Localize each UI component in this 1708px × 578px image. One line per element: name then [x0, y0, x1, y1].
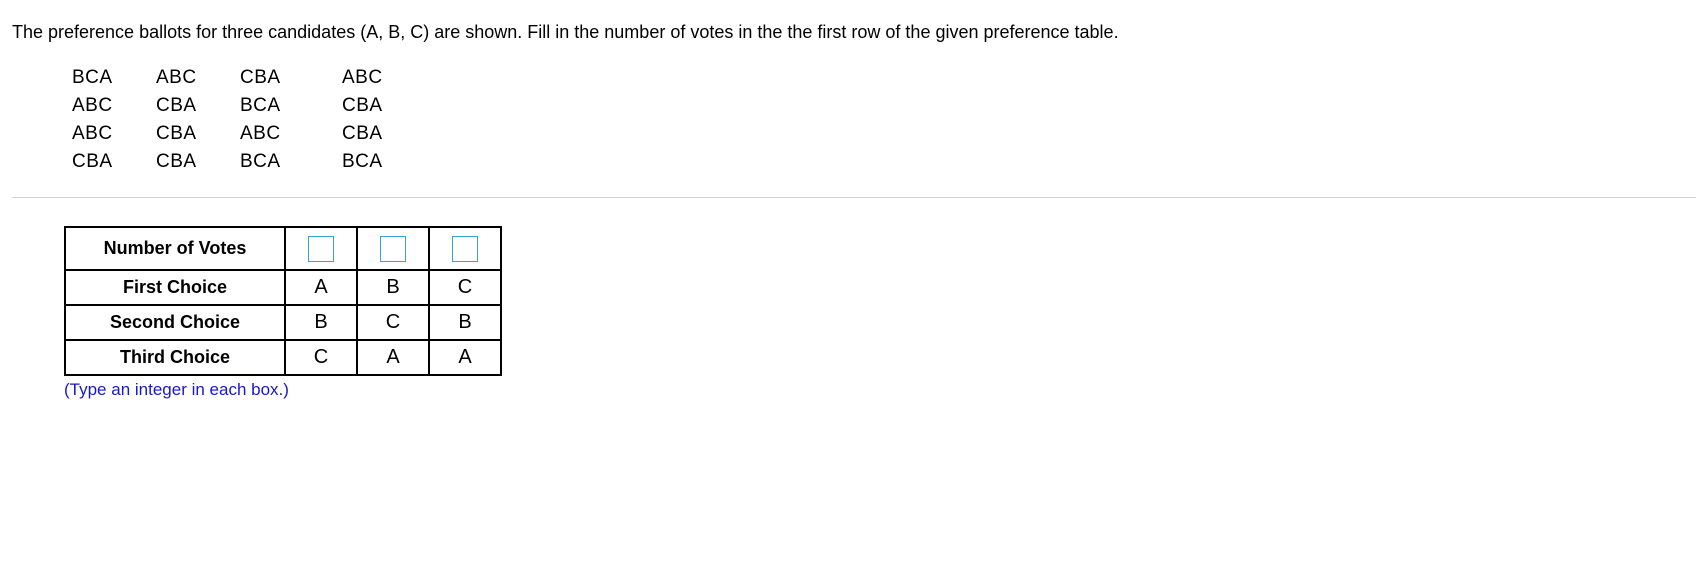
ballot-cell: BCA [72, 67, 156, 89]
ballot-cell: CBA [156, 151, 240, 173]
third-choice-label: Third Choice [65, 340, 285, 375]
second-choice-cell: B [429, 305, 501, 340]
ballot-cell: BCA [342, 151, 426, 173]
ballot-cell: ABC [342, 67, 426, 89]
input-hint: (Type an integer in each box.) [64, 380, 1696, 400]
ballot-cell: CBA [156, 95, 240, 117]
votes-input-0[interactable] [308, 236, 334, 262]
ballot-cell: CBA [240, 67, 324, 89]
ballot-row: ABC CBA BCA CBA [72, 95, 1696, 117]
votes-cell [429, 227, 501, 270]
votes-cell [357, 227, 429, 270]
ballot-cell: ABC [240, 123, 324, 145]
second-choice-label: Second Choice [65, 305, 285, 340]
ballot-cell: ABC [156, 67, 240, 89]
ballot-row: BCA ABC CBA ABC [72, 67, 1696, 89]
votes-row-label: Number of Votes [65, 227, 285, 270]
ballot-cell: CBA [156, 123, 240, 145]
first-choice-cell: C [429, 270, 501, 305]
table-row-first: First Choice A B C [65, 270, 501, 305]
ballot-cell: ABC [72, 95, 156, 117]
third-choice-cell: A [429, 340, 501, 375]
ballot-cell: BCA [240, 95, 324, 117]
ballot-cell: CBA [72, 151, 156, 173]
votes-input-2[interactable] [452, 236, 478, 262]
table-row-third: Third Choice C A A [65, 340, 501, 375]
third-choice-cell: A [357, 340, 429, 375]
ballot-cell: CBA [342, 123, 426, 145]
instruction-text: The preference ballots for three candida… [12, 20, 1696, 45]
third-choice-cell: C [285, 340, 357, 375]
votes-input-1[interactable] [380, 236, 406, 262]
ballot-cell: ABC [72, 123, 156, 145]
second-choice-cell: C [357, 305, 429, 340]
second-choice-cell: B [285, 305, 357, 340]
ballot-cell: BCA [240, 151, 324, 173]
first-choice-cell: B [357, 270, 429, 305]
ballot-row: CBA CBA BCA BCA [72, 151, 1696, 173]
first-choice-label: First Choice [65, 270, 285, 305]
table-row-second: Second Choice B C B [65, 305, 501, 340]
section-divider [12, 197, 1696, 198]
first-choice-cell: A [285, 270, 357, 305]
ballot-row: ABC CBA ABC CBA [72, 123, 1696, 145]
preference-table: Number of Votes First Choice A B C Secon… [64, 226, 502, 376]
table-row-votes: Number of Votes [65, 227, 501, 270]
votes-cell [285, 227, 357, 270]
ballot-cell: CBA [342, 95, 426, 117]
ballots-grid: BCA ABC CBA ABC ABC CBA BCA CBA ABC CBA … [72, 67, 1696, 173]
